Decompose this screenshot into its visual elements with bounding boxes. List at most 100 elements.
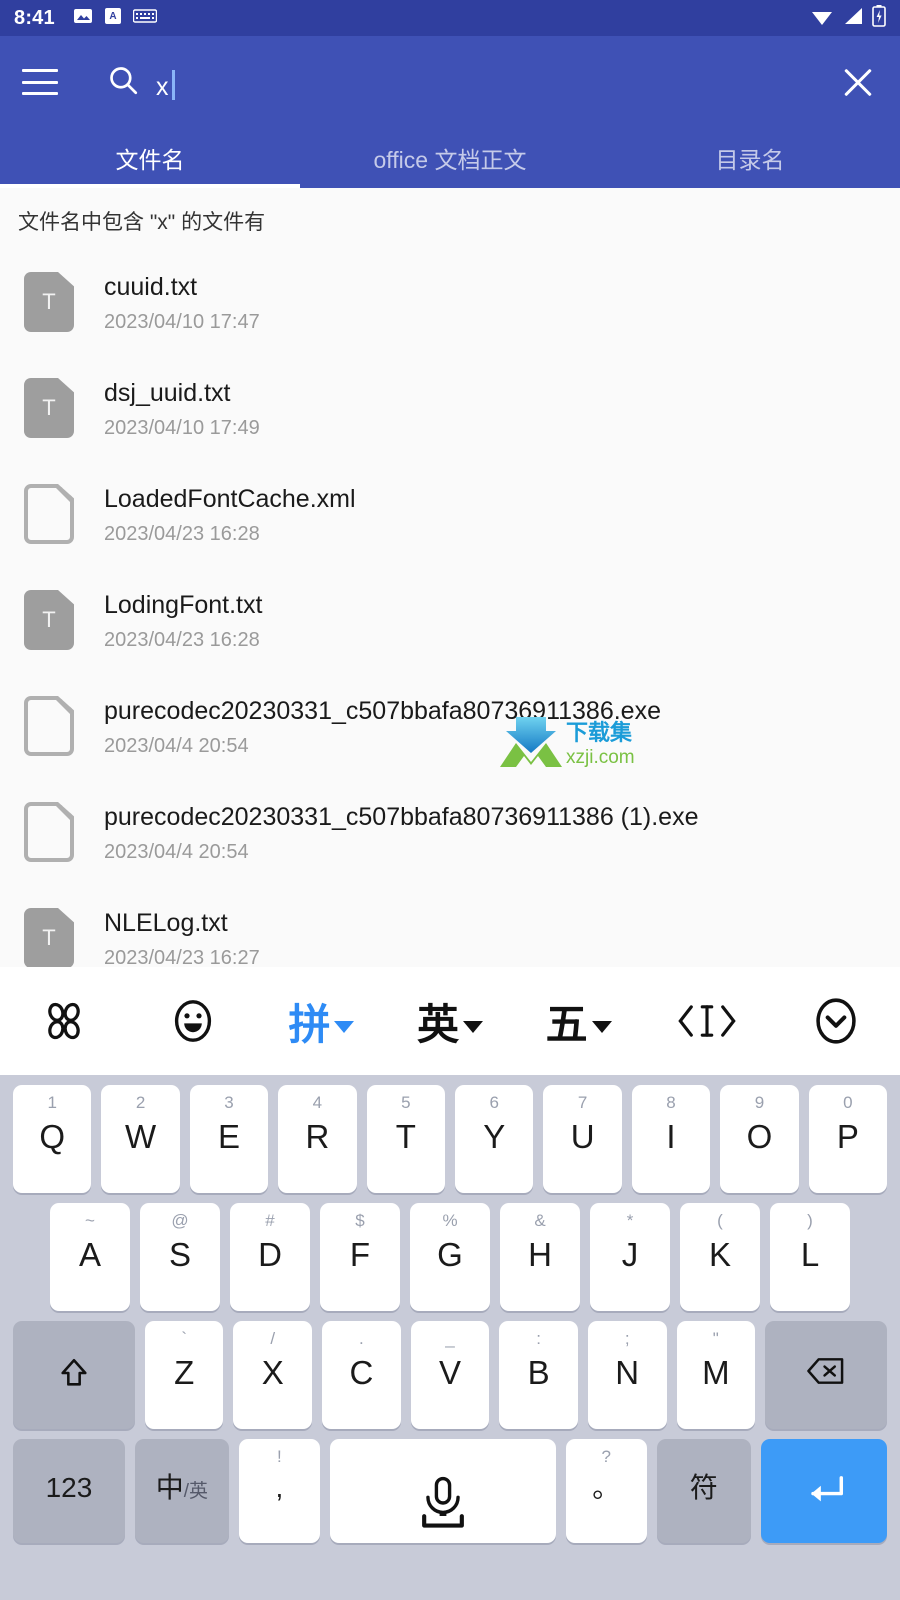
status-bar: 8:41 A — [0, 0, 900, 36]
wubi-mode-button[interactable]: 五 — [514, 991, 643, 1052]
key-sub: 0 — [843, 1093, 853, 1112]
shift-key[interactable] — [13, 1321, 135, 1429]
file-date: 2023/04/23 16:28 — [104, 628, 260, 651]
close-icon[interactable] — [838, 62, 878, 102]
key-h[interactable]: & H — [500, 1203, 580, 1311]
key-d[interactable]: # D — [230, 1203, 310, 1311]
key-sub: ( — [717, 1211, 723, 1230]
status-bar-notification-icons: A — [73, 6, 158, 31]
key-k[interactable]: (K — [680, 1203, 760, 1311]
list-item[interactable]: purecodec20230331_c507bbafa80736911386.e… — [0, 674, 900, 780]
english-mode-button[interactable]: 英 — [386, 991, 515, 1052]
backspace-icon — [807, 1356, 845, 1391]
key-s[interactable]: @ S — [140, 1203, 220, 1311]
key-o[interactable]: 9O — [720, 1085, 799, 1193]
key-label: S — [168, 1236, 191, 1273]
key-label: E — [217, 1118, 240, 1155]
apps-grid-icon[interactable] — [0, 998, 129, 1044]
tab-filename[interactable]: 文件名 — [0, 128, 300, 188]
numbers-key[interactable]: 123 — [13, 1439, 125, 1543]
key-sub: $ — [355, 1211, 365, 1230]
key-c[interactable]: .C — [322, 1321, 401, 1429]
key-label: V — [438, 1354, 461, 1391]
key-n[interactable]: ; N — [587, 1321, 667, 1429]
key-x[interactable]: / X — [233, 1321, 313, 1429]
symbols-key[interactable]: 符 — [656, 1439, 751, 1543]
key-sub: ~ — [85, 1211, 95, 1230]
file-date: 2023/04/10 17:47 — [104, 310, 260, 333]
key-b[interactable]: :B — [499, 1321, 578, 1429]
key-t[interactable]: 5T — [366, 1085, 445, 1193]
generic-file-icon — [24, 696, 78, 758]
app-bar-top: x — [0, 36, 900, 128]
txt-file-icon-letter: T — [42, 607, 56, 632]
key-i[interactable]: 8I — [631, 1085, 711, 1193]
cursor-move-icon[interactable] — [643, 999, 772, 1043]
enter-key[interactable] — [760, 1439, 888, 1543]
key-w[interactable]: 2W — [101, 1085, 180, 1193]
language-switch-label: 中/英 — [155, 1472, 208, 1503]
wubi-mode-label: 五 — [545, 999, 588, 1049]
tab-office-content[interactable]: office 文档正文 — [300, 128, 600, 188]
status-bar-clock: 8:41 — [14, 6, 55, 29]
key-label: I — [666, 1118, 676, 1155]
key-v[interactable]: _ V — [410, 1321, 490, 1429]
key-label: 。 — [592, 1472, 621, 1503]
list-item[interactable]: purecodec20230331_c507bbafa80736911386 (… — [0, 780, 900, 886]
keyboard-row-1: 1Q 2W 3E 4R 5T 6Y 7U 8I 9O 0P — [8, 1085, 892, 1193]
key-y[interactable]: 6Y — [455, 1085, 534, 1193]
key-l[interactable]: ) L — [770, 1203, 850, 1311]
key-g[interactable]: % G — [410, 1203, 490, 1311]
list-item[interactable]: T NLELog.txt 2023/04/23 16:27 — [0, 886, 900, 967]
file-name: LodingFont.txt — [104, 590, 263, 619]
file-date: 2023/04/23 16:27 — [104, 946, 260, 968]
pinyin-mode-button[interactable]: 拼 — [257, 991, 386, 1052]
search-scope-tabs: 文件名 office 文档正文 目录名 — [0, 128, 900, 188]
list-item[interactable]: T LodingFont.txt 2023/04/23 16:28 — [0, 568, 900, 674]
hamburger-icon[interactable] — [22, 69, 58, 95]
key-label: , — [275, 1472, 284, 1503]
emoji-icon[interactable] — [129, 997, 258, 1045]
key-a[interactable]: ~ A — [50, 1203, 130, 1311]
key-label: P — [836, 1118, 859, 1155]
tab-directory-name[interactable]: 目录名 — [600, 128, 900, 188]
collapse-keyboard-icon[interactable] — [771, 996, 900, 1046]
comma-key[interactable]: ! , — [238, 1439, 320, 1543]
key-m[interactable]: " M — [676, 1321, 756, 1429]
key-label: G — [437, 1236, 463, 1273]
key-r[interactable]: 4R — [278, 1085, 357, 1193]
key-sub: & — [534, 1211, 546, 1230]
period-key[interactable]: ? 。 — [565, 1439, 647, 1543]
search-bar[interactable]: x — [106, 63, 838, 102]
backspace-key[interactable] — [765, 1321, 887, 1429]
key-z[interactable]: ` Z — [144, 1321, 224, 1429]
txt-file-icon: T — [24, 590, 78, 652]
space-key[interactable] — [329, 1439, 556, 1543]
key-p[interactable]: 0P — [808, 1085, 888, 1193]
list-item[interactable]: T cuuid.txt 2023/04/10 17:47 — [0, 250, 900, 356]
keyboard-row-2: ~ A @ S # D $ F % G & H * J (K ) L — [8, 1203, 892, 1311]
list-item[interactable]: LoadedFontCache.xml 2023/04/23 16:28 — [0, 462, 900, 568]
key-label: Z — [174, 1354, 195, 1391]
key-label: N — [615, 1354, 640, 1391]
key-sub: 5 — [401, 1093, 411, 1112]
txt-file-icon: T — [24, 908, 78, 967]
key-sub: / — [270, 1329, 276, 1348]
keyboard-row-3: ` Z / X .C _ V :B ; N " M — [8, 1321, 892, 1429]
key-e[interactable]: 3E — [189, 1085, 269, 1193]
tab-directory-name-label: 目录名 — [715, 147, 785, 173]
key-label: Y — [483, 1118, 506, 1155]
txt-file-icon-letter: T — [42, 289, 56, 314]
symbols-key-label: 符 — [689, 1472, 718, 1503]
list-item[interactable]: T dsj_uuid.txt 2023/04/10 17:49 — [0, 356, 900, 462]
key-sub: 2 — [135, 1093, 146, 1112]
language-switch-key[interactable]: 中/英 — [134, 1439, 229, 1543]
key-f[interactable]: $ F — [320, 1203, 400, 1311]
key-q[interactable]: 1Q — [12, 1085, 92, 1193]
key-label: F — [349, 1236, 371, 1273]
file-meta: dsj_uuid.txt 2023/04/10 17:49 — [104, 379, 260, 440]
key-j[interactable]: * J — [590, 1203, 670, 1311]
key-u[interactable]: 7U — [543, 1085, 622, 1193]
search-input[interactable]: x — [156, 65, 175, 100]
key-label: A — [78, 1236, 101, 1273]
